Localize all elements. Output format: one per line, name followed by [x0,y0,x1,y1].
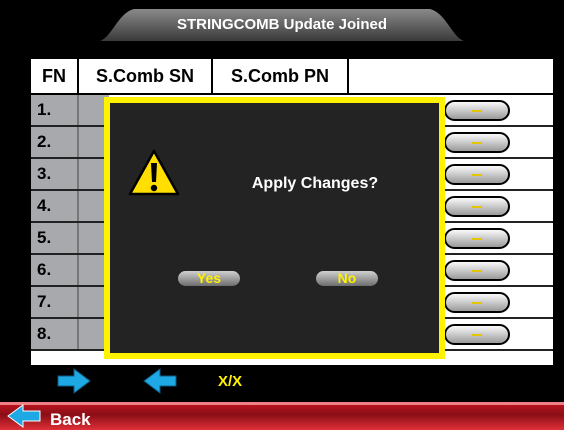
row-number: 5. [31,223,79,253]
arrow-left-icon[interactable] [142,367,178,395]
title-tab: STRINGCOMB Update Joined [100,7,464,41]
warning-icon [128,149,180,196]
back-button[interactable]: Back [50,410,91,430]
row-number: 3. [31,159,79,189]
row-number: 4. [31,191,79,221]
dialog-message: Apply Changes? [251,175,379,192]
row-action-button[interactable] [444,100,510,121]
row-action-button[interactable] [444,228,510,249]
row-number: 1. [31,95,79,125]
back-arrow-icon[interactable] [6,404,42,428]
row-number: 6. [31,255,79,285]
column-header-pn: S.Comb PN [213,59,349,93]
page-indicator: X/X [218,373,243,390]
row-number: 8. [31,319,79,349]
page-title: STRINGCOMB Update Joined [176,15,387,33]
minus-icon [472,205,482,208]
no-button[interactable]: No [316,271,378,286]
row-number: 7. [31,287,79,317]
minus-icon [472,173,482,176]
minus-icon [472,269,482,272]
row-action-button[interactable] [444,196,510,217]
minus-icon [472,237,482,240]
row-action-button[interactable] [444,164,510,185]
row-action-button[interactable] [444,260,510,281]
minus-icon [472,141,482,144]
row-action-button[interactable] [444,132,510,153]
minus-icon [472,333,482,336]
row-action-button[interactable] [444,324,510,345]
row-action-button[interactable] [444,292,510,313]
arrow-right-icon[interactable] [56,367,92,395]
minus-icon [472,109,482,112]
back-bar-highlight [0,402,564,405]
apply-changes-dialog: Apply Changes? Yes No [104,97,445,359]
minus-icon [472,301,482,304]
column-header-sn: S.Comb SN [79,59,213,93]
row-number: 2. [31,127,79,157]
yes-button[interactable]: Yes [178,271,240,286]
column-header-fn: FN [31,59,79,93]
